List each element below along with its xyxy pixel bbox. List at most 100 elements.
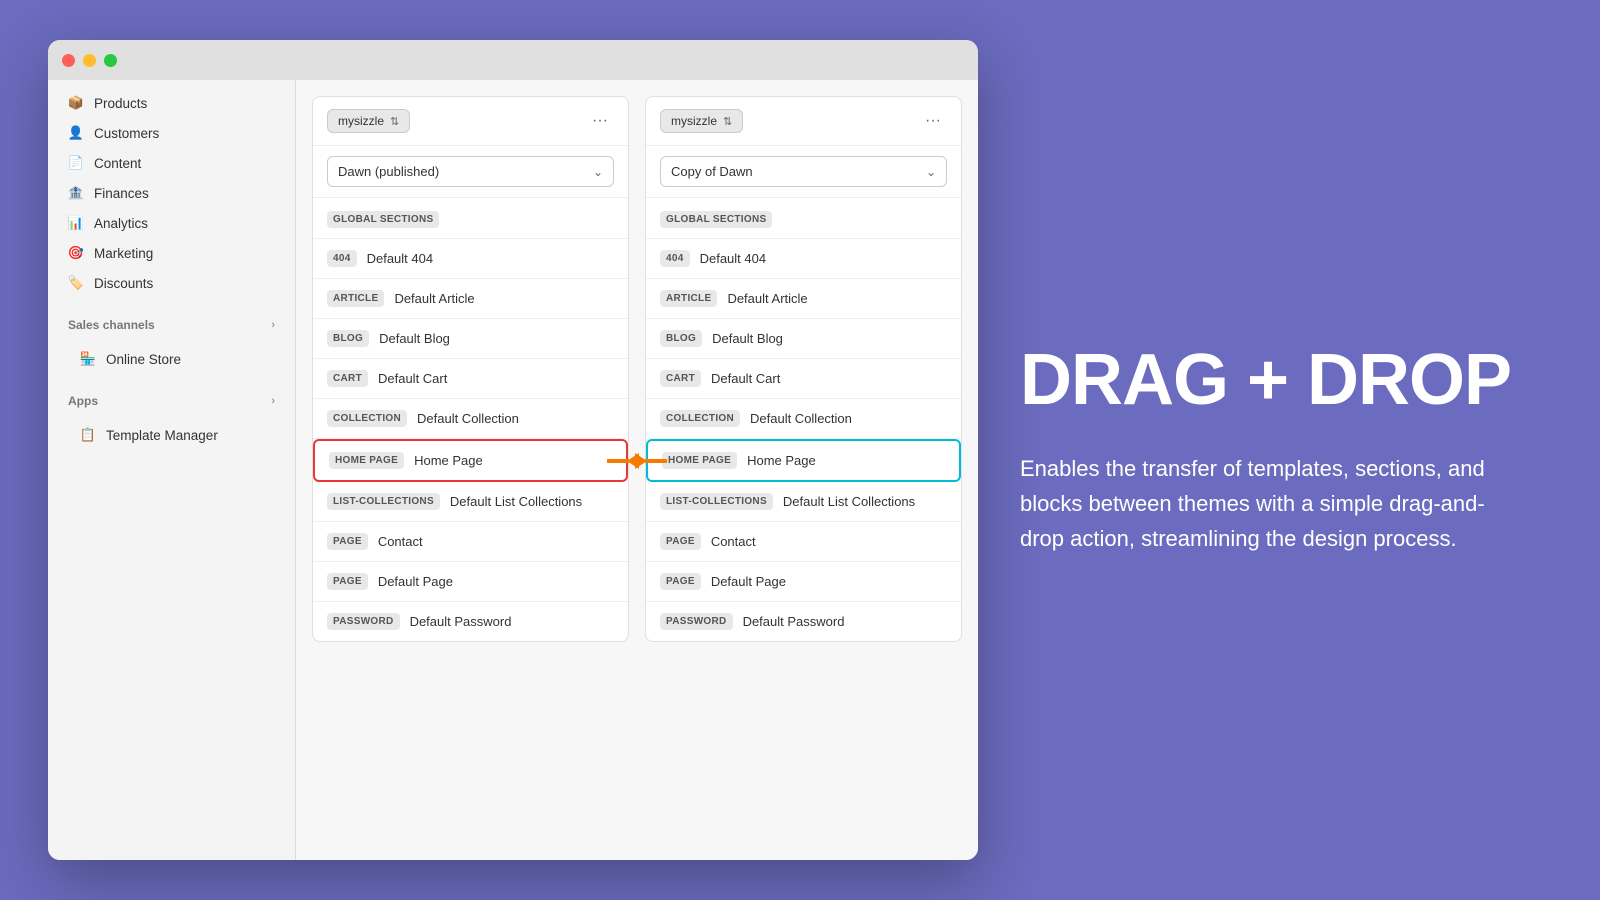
- left-cart-tag: CART: [327, 370, 368, 387]
- right-template-page-contact[interactable]: PAGE Contact: [646, 522, 961, 562]
- apps-header: Apps ›: [48, 382, 295, 412]
- right-theme-select[interactable]: Copy of Dawn ⌄: [660, 156, 947, 187]
- browser-content: 📦 Products 👤 Customers 📄 Content 🏦 Finan…: [48, 80, 978, 860]
- maximize-button[interactable]: [104, 54, 117, 67]
- right-template-blog[interactable]: BLOG Default Blog: [646, 319, 961, 359]
- drag-drop-description: Enables the transfer of templates, secti…: [1020, 451, 1500, 557]
- themes-grid: mysizzle ⇅ ··· Dawn (published) ⌄: [312, 96, 962, 642]
- left-blog-tag: BLOG: [327, 330, 369, 347]
- sales-channels-expand-icon: ›: [271, 319, 275, 331]
- sidebar-item-online-store[interactable]: 🏪 Online Store: [48, 344, 295, 374]
- left-list-collections-name: Default List Collections: [450, 494, 582, 509]
- left-page-contact-name: Contact: [378, 534, 423, 549]
- right-list-collections-name: Default List Collections: [783, 494, 915, 509]
- main-content: mysizzle ⇅ ··· Dawn (published) ⌄: [296, 80, 978, 860]
- sidebar-item-customers[interactable]: 👤 Customers: [48, 118, 295, 148]
- nav-section: 📦 Products 👤 Customers 📄 Content 🏦 Finan…: [48, 80, 295, 306]
- right-article-tag: ARTICLE: [660, 290, 717, 307]
- marketing-icon: 🎯: [68, 245, 84, 261]
- left-theme-chevron-icon: ⌄: [593, 165, 603, 179]
- sales-channels-header: Sales channels ›: [48, 306, 295, 336]
- left-list-collections-tag: LIST-COLLECTIONS: [327, 493, 440, 510]
- left-store-badge[interactable]: mysizzle ⇅: [327, 109, 410, 133]
- customers-icon: 👤: [68, 125, 84, 141]
- right-more-button[interactable]: ···: [919, 110, 947, 132]
- right-blog-tag: BLOG: [660, 330, 702, 347]
- close-button[interactable]: [62, 54, 75, 67]
- right-theme-panel: mysizzle ⇅ ··· Copy of Dawn ⌄: [645, 96, 962, 642]
- right-page-default-tag: PAGE: [660, 573, 701, 590]
- right-collection-name: Default Collection: [750, 411, 852, 426]
- left-page-default-name: Default Page: [378, 574, 453, 589]
- products-icon: 📦: [68, 95, 84, 111]
- right-template-cart[interactable]: CART Default Cart: [646, 359, 961, 399]
- right-template-collection[interactable]: COLLECTION Default Collection: [646, 399, 961, 439]
- browser-window: 📦 Products 👤 Customers 📄 Content 🏦 Finan…: [48, 40, 978, 860]
- left-template-404[interactable]: 404 Default 404: [313, 239, 628, 279]
- left-template-page-contact[interactable]: PAGE Contact: [313, 522, 628, 562]
- apps-section: 📋 Template Manager: [48, 412, 295, 458]
- left-template-article[interactable]: ARTICLE Default Article: [313, 279, 628, 319]
- minimize-button[interactable]: [83, 54, 96, 67]
- right-theme-header: mysizzle ⇅ ···: [646, 97, 961, 146]
- left-template-cart[interactable]: CART Default Cart: [313, 359, 628, 399]
- right-password-tag: PASSWORD: [660, 613, 733, 630]
- store-dropdown-icon: ⇅: [390, 115, 399, 128]
- sidebar-item-template-manager[interactable]: 📋 Template Manager: [48, 420, 295, 450]
- left-cart-name: Default Cart: [378, 371, 447, 386]
- right-template-404[interactable]: 404 Default 404: [646, 239, 961, 279]
- left-theme-name-row: Dawn (published) ⌄: [313, 146, 628, 198]
- template-manager-icon: 📋: [80, 427, 96, 443]
- right-404-name: Default 404: [700, 251, 767, 266]
- right-page-contact-name: Contact: [711, 534, 756, 549]
- left-global-sections-row: GLOBAL SECTIONS: [313, 198, 628, 239]
- content-icon: 📄: [68, 155, 84, 171]
- right-cart-tag: CART: [660, 370, 701, 387]
- apps-expand-icon: ›: [271, 395, 275, 407]
- left-theme-header: mysizzle ⇅ ···: [313, 97, 628, 146]
- left-template-password[interactable]: PASSWORD Default Password: [313, 602, 628, 641]
- left-theme-panel: mysizzle ⇅ ··· Dawn (published) ⌄: [312, 96, 629, 642]
- left-page-default-tag: PAGE: [327, 573, 368, 590]
- right-page-default-name: Default Page: [711, 574, 786, 589]
- left-global-sections-badge: GLOBAL SECTIONS: [327, 211, 439, 228]
- sidebar-item-analytics[interactable]: 📊 Analytics: [48, 208, 295, 238]
- right-template-article[interactable]: ARTICLE Default Article: [646, 279, 961, 319]
- left-template-list-collections[interactable]: LIST-COLLECTIONS Default List Collection…: [313, 482, 628, 522]
- left-homepage-tag: HOME PAGE: [329, 452, 404, 469]
- left-404-name: Default 404: [367, 251, 434, 266]
- left-collection-name: Default Collection: [417, 411, 519, 426]
- finances-icon: 🏦: [68, 185, 84, 201]
- left-article-name: Default Article: [394, 291, 474, 306]
- right-template-list-collections[interactable]: LIST-COLLECTIONS Default List Collection…: [646, 482, 961, 522]
- online-store-icon: 🏪: [80, 351, 96, 367]
- sidebar-item-discounts[interactable]: 🏷️ Discounts: [48, 268, 295, 298]
- sidebar-item-content[interactable]: 📄 Content: [48, 148, 295, 178]
- sidebar-item-marketing[interactable]: 🎯 Marketing: [48, 238, 295, 268]
- right-template-password[interactable]: PASSWORD Default Password: [646, 602, 961, 641]
- right-homepage-name: Home Page: [747, 453, 816, 468]
- left-template-homepage[interactable]: HOME PAGE Home Page: [313, 439, 628, 482]
- right-article-name: Default Article: [727, 291, 807, 306]
- right-store-dropdown-icon: ⇅: [723, 115, 732, 128]
- left-article-tag: ARTICLE: [327, 290, 384, 307]
- right-cart-name: Default Cart: [711, 371, 780, 386]
- left-template-page-default[interactable]: PAGE Default Page: [313, 562, 628, 602]
- analytics-icon: 📊: [68, 215, 84, 231]
- left-blog-name: Default Blog: [379, 331, 450, 346]
- sidebar-item-products[interactable]: 📦 Products: [48, 88, 295, 118]
- left-theme-select[interactable]: Dawn (published) ⌄: [327, 156, 614, 187]
- left-template-blog[interactable]: BLOG Default Blog: [313, 319, 628, 359]
- right-global-sections-row: GLOBAL SECTIONS: [646, 198, 961, 239]
- sidebar: 📦 Products 👤 Customers 📄 Content 🏦 Finan…: [48, 80, 296, 860]
- right-template-homepage[interactable]: HOME PAGE Home Page: [646, 439, 961, 482]
- right-template-page-default[interactable]: PAGE Default Page: [646, 562, 961, 602]
- right-homepage-tag: HOME PAGE: [662, 452, 737, 469]
- drag-drop-title: DRAG + DROP: [1020, 343, 1540, 419]
- sales-channels-section: 🏪 Online Store: [48, 336, 295, 382]
- right-store-badge[interactable]: mysizzle ⇅: [660, 109, 743, 133]
- right-collection-tag: COLLECTION: [660, 410, 740, 427]
- left-more-button[interactable]: ···: [586, 110, 614, 132]
- sidebar-item-finances[interactable]: 🏦 Finances: [48, 178, 295, 208]
- left-template-collection[interactable]: COLLECTION Default Collection: [313, 399, 628, 439]
